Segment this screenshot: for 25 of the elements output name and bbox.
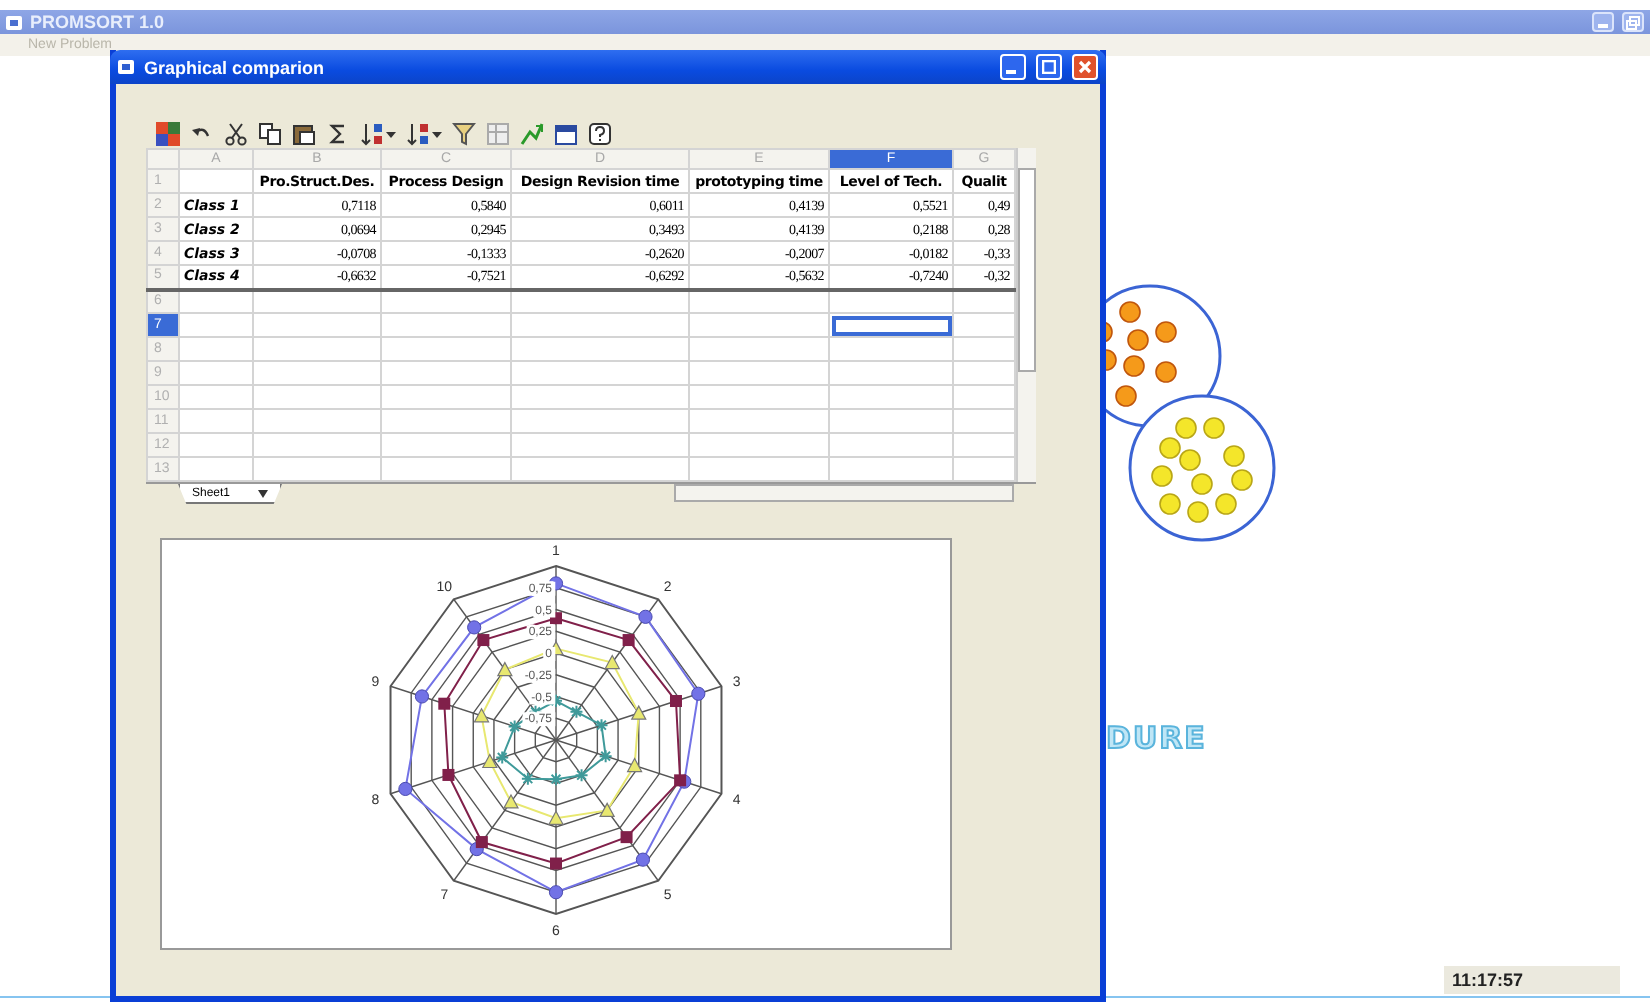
help-icon[interactable] <box>588 121 612 145</box>
scissors-icon[interactable] <box>224 121 248 145</box>
active-cell[interactable] <box>829 313 953 337</box>
copy-icon[interactable] <box>258 121 282 145</box>
chart-arrow-icon[interactable] <box>520 121 544 145</box>
dialog-title: Graphical comparion <box>144 57 327 77</box>
paste-icon[interactable] <box>292 121 316 145</box>
horizontal-scrollbar[interactable] <box>674 484 1014 502</box>
caret-icon <box>258 489 269 497</box>
sort-ascending-icon[interactable] <box>360 121 384 145</box>
sum-icon[interactable] <box>326 121 350 145</box>
maximize-button[interactable] <box>1036 54 1062 80</box>
app-icon <box>118 60 134 74</box>
restore-icon <box>1626 15 1640 29</box>
sort-descending-icon[interactable] <box>406 121 430 145</box>
maximize-icon <box>1042 60 1056 74</box>
vertical-scrollbar[interactable] <box>1016 148 1036 482</box>
window-icon[interactable] <box>554 121 578 145</box>
close-icon <box>1078 60 1092 74</box>
palette-icon[interactable] <box>156 121 180 145</box>
close-button[interactable] <box>1072 54 1098 80</box>
window-title: PROMSORT 1.0 <box>30 12 167 32</box>
app-icon <box>6 15 22 29</box>
clock: 11:17:57 <box>1444 966 1620 994</box>
canvas-text: DURE <box>1106 720 1207 756</box>
